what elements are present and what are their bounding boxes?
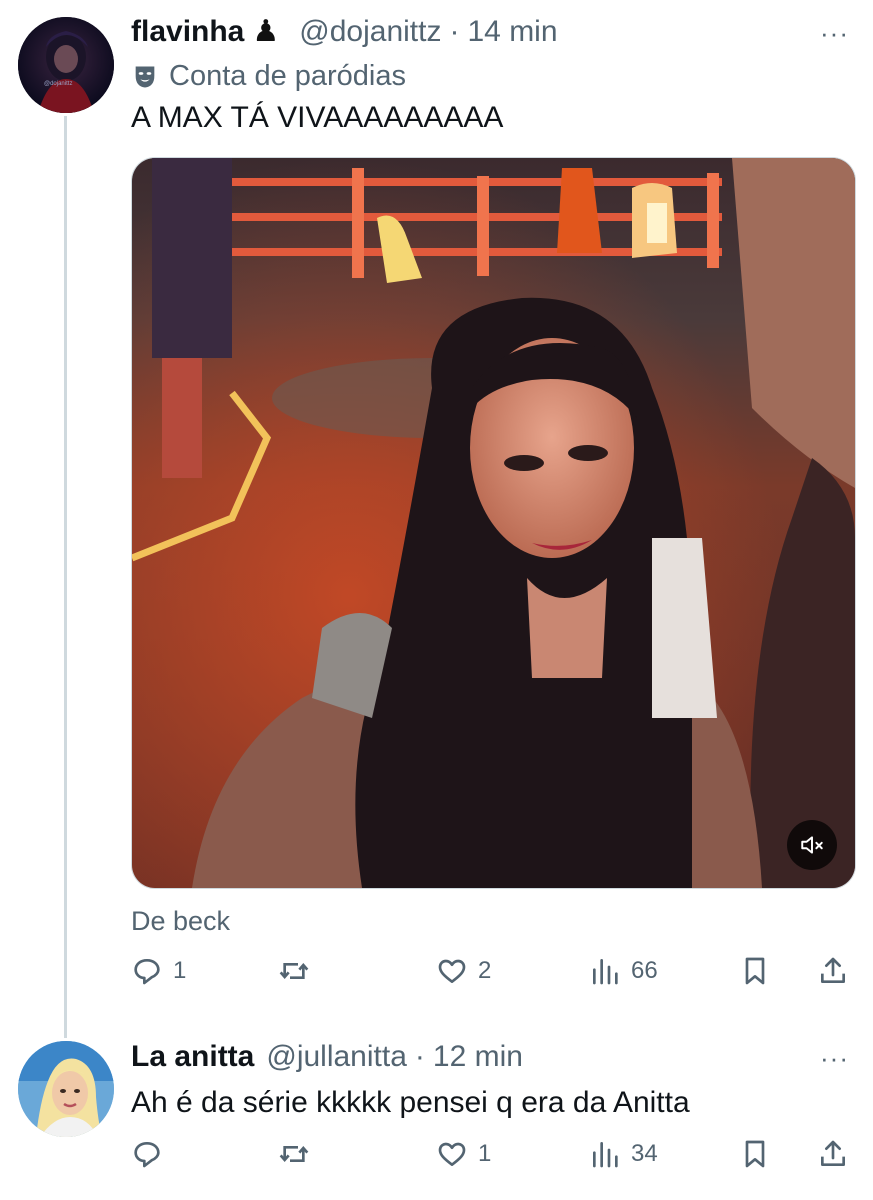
- reply-icon: [134, 959, 160, 985]
- video-caption: De beck: [131, 906, 231, 936]
- tweet2-action-bar: 1 34: [131, 1138, 851, 1178]
- bookmark-button[interactable]: [739, 1138, 771, 1170]
- share-icon: [821, 1140, 845, 1166]
- timestamp[interactable]: 12 min: [433, 1040, 523, 1074]
- views-count: 66: [631, 957, 658, 984]
- share-icon: [821, 957, 845, 983]
- reply-button[interactable]: 1: [131, 955, 186, 987]
- reply-icon: [134, 1142, 160, 1168]
- dot-separator: ·: [449, 14, 460, 48]
- share-button[interactable]: [817, 955, 849, 987]
- thread-line: [64, 116, 67, 1038]
- reply-button[interactable]: [131, 1138, 173, 1170]
- tweet-text: Ah é da série kkkkk pensei q era da Anit…: [131, 1086, 690, 1119]
- bookmark-icon: [745, 957, 765, 985]
- repost-icon: [279, 1145, 309, 1163]
- tweet-text: A MAX TÁ VIVAAAAAAAAA: [131, 101, 504, 134]
- display-name[interactable]: La anitta: [131, 1040, 254, 1074]
- more-options-icon[interactable]: ···: [820, 18, 849, 49]
- views-count: 34: [631, 1140, 658, 1167]
- display-name[interactable]: flavinha: [131, 15, 244, 49]
- parody-label-row: Conta de paródias: [131, 60, 406, 93]
- views-icon: [593, 959, 618, 985]
- repost-button[interactable]: [278, 955, 320, 987]
- user-handle[interactable]: @jullanitta: [266, 1040, 407, 1074]
- user-handle[interactable]: @dojanittz: [299, 15, 441, 49]
- like-button[interactable]: 1: [436, 1138, 491, 1170]
- tweet1-action-bar: 1 2 66: [131, 955, 851, 995]
- views-icon: [593, 1142, 618, 1168]
- tweet-video[interactable]: [131, 157, 856, 889]
- like-button[interactable]: 2: [436, 955, 491, 987]
- like-count: 2: [478, 957, 492, 984]
- dot-separator: ·: [414, 1040, 425, 1073]
- avatar-la-anitta[interactable]: [18, 1041, 114, 1137]
- parody-label: Conta de paródias: [169, 60, 406, 92]
- heart-icon: [438, 1142, 466, 1166]
- repost-icon: [279, 962, 309, 980]
- mute-toggle-button[interactable]: [787, 820, 837, 870]
- share-button[interactable]: [817, 1138, 849, 1170]
- like-count: 1: [478, 1140, 492, 1167]
- avatar-flavinha[interactable]: @dojanittz: [18, 17, 114, 113]
- chess-pawn-emoji: ♟: [252, 15, 280, 48]
- views-button[interactable]: 34: [589, 1138, 658, 1170]
- muted-speaker-icon: [801, 836, 823, 854]
- bookmark-icon: [745, 1140, 765, 1168]
- views-button[interactable]: 66: [589, 955, 658, 987]
- timestamp[interactable]: 14 min: [467, 15, 557, 49]
- reply-count: 1: [173, 957, 187, 984]
- repost-button[interactable]: [278, 1138, 320, 1170]
- avatar-watermark: @dojanittz: [44, 81, 73, 87]
- more-options-icon[interactable]: ···: [820, 1043, 849, 1074]
- theater-mask-icon: [135, 66, 155, 87]
- bookmark-button[interactable]: [739, 955, 771, 987]
- video-frame: [132, 158, 855, 888]
- heart-icon: [438, 959, 466, 983]
